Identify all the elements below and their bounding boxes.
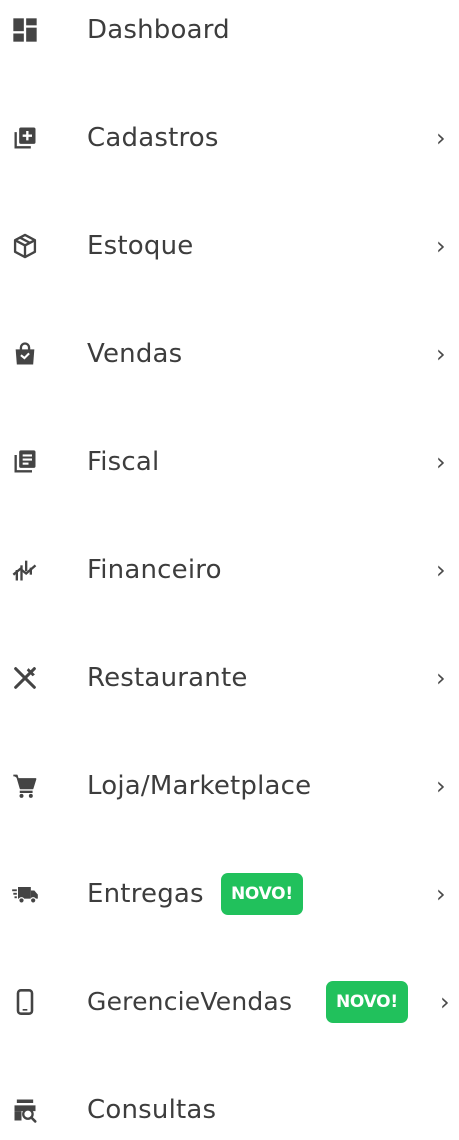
sidebar-menu: Dashboard Cadastros › Estoque › Vendas ›…	[0, 0, 459, 1128]
chevron-right-icon: ›	[440, 988, 450, 1016]
chart-trend-icon	[10, 555, 40, 585]
sidebar-item-label: Cadastros	[87, 123, 219, 153]
sidebar-item-label: Entregas	[87, 879, 204, 909]
sidebar-item-label: Fiscal	[87, 447, 160, 477]
sidebar-item-label: Restaurante	[87, 663, 248, 693]
chevron-right-icon: ›	[436, 340, 446, 368]
sidebar-item-label: Financeiro	[87, 555, 222, 585]
truck-icon	[10, 879, 40, 909]
sidebar-item-label: Dashboard	[87, 15, 230, 45]
new-badge: NOVO!	[221, 873, 303, 915]
utensils-icon	[10, 663, 40, 693]
dashboard-icon	[10, 15, 40, 45]
sidebar-item-loja-marketplace[interactable]: Loja/Marketplace ›	[0, 756, 459, 816]
sidebar-item-label: Estoque	[87, 231, 194, 261]
shopping-bag-icon	[10, 339, 40, 369]
sidebar-item-label: Loja/Marketplace	[87, 771, 312, 801]
sidebar-item-gerencievendas[interactable]: GerencieVendas NOVO! ›	[0, 972, 459, 1032]
sidebar-item-fiscal[interactable]: Fiscal ›	[0, 432, 459, 492]
sidebar-item-entregas[interactable]: Entregas NOVO! ›	[0, 864, 459, 924]
sidebar-item-consultas[interactable]: Consultas	[0, 1080, 459, 1140]
chevron-right-icon: ›	[436, 448, 446, 476]
smartphone-icon	[10, 987, 40, 1017]
shopping-cart-icon	[10, 771, 40, 801]
sidebar-item-dashboard[interactable]: Dashboard	[0, 0, 459, 60]
sidebar-item-cadastros[interactable]: Cadastros ›	[0, 108, 459, 168]
sidebar-item-label: Consultas	[87, 1095, 217, 1125]
sidebar-item-financeiro[interactable]: Financeiro ›	[0, 540, 459, 600]
sidebar-item-restaurante[interactable]: Restaurante ›	[0, 648, 459, 708]
sidebar-item-estoque[interactable]: Estoque ›	[0, 216, 459, 276]
sidebar-item-label: GerencieVendas	[87, 987, 293, 1016]
chevron-right-icon: ›	[436, 556, 446, 584]
sidebar-item-vendas[interactable]: Vendas ›	[0, 324, 459, 384]
search-card-icon	[10, 1095, 40, 1125]
package-box-icon	[10, 231, 40, 261]
chevron-right-icon: ›	[436, 880, 446, 908]
chevron-right-icon: ›	[436, 772, 446, 800]
new-badge: NOVO!	[326, 981, 408, 1023]
add-box-icon	[10, 123, 40, 153]
sidebar-item-label: Vendas	[87, 339, 183, 369]
chevron-right-icon: ›	[436, 232, 446, 260]
document-stack-icon	[10, 447, 40, 477]
chevron-right-icon: ›	[436, 124, 446, 152]
chevron-right-icon: ›	[436, 664, 446, 692]
